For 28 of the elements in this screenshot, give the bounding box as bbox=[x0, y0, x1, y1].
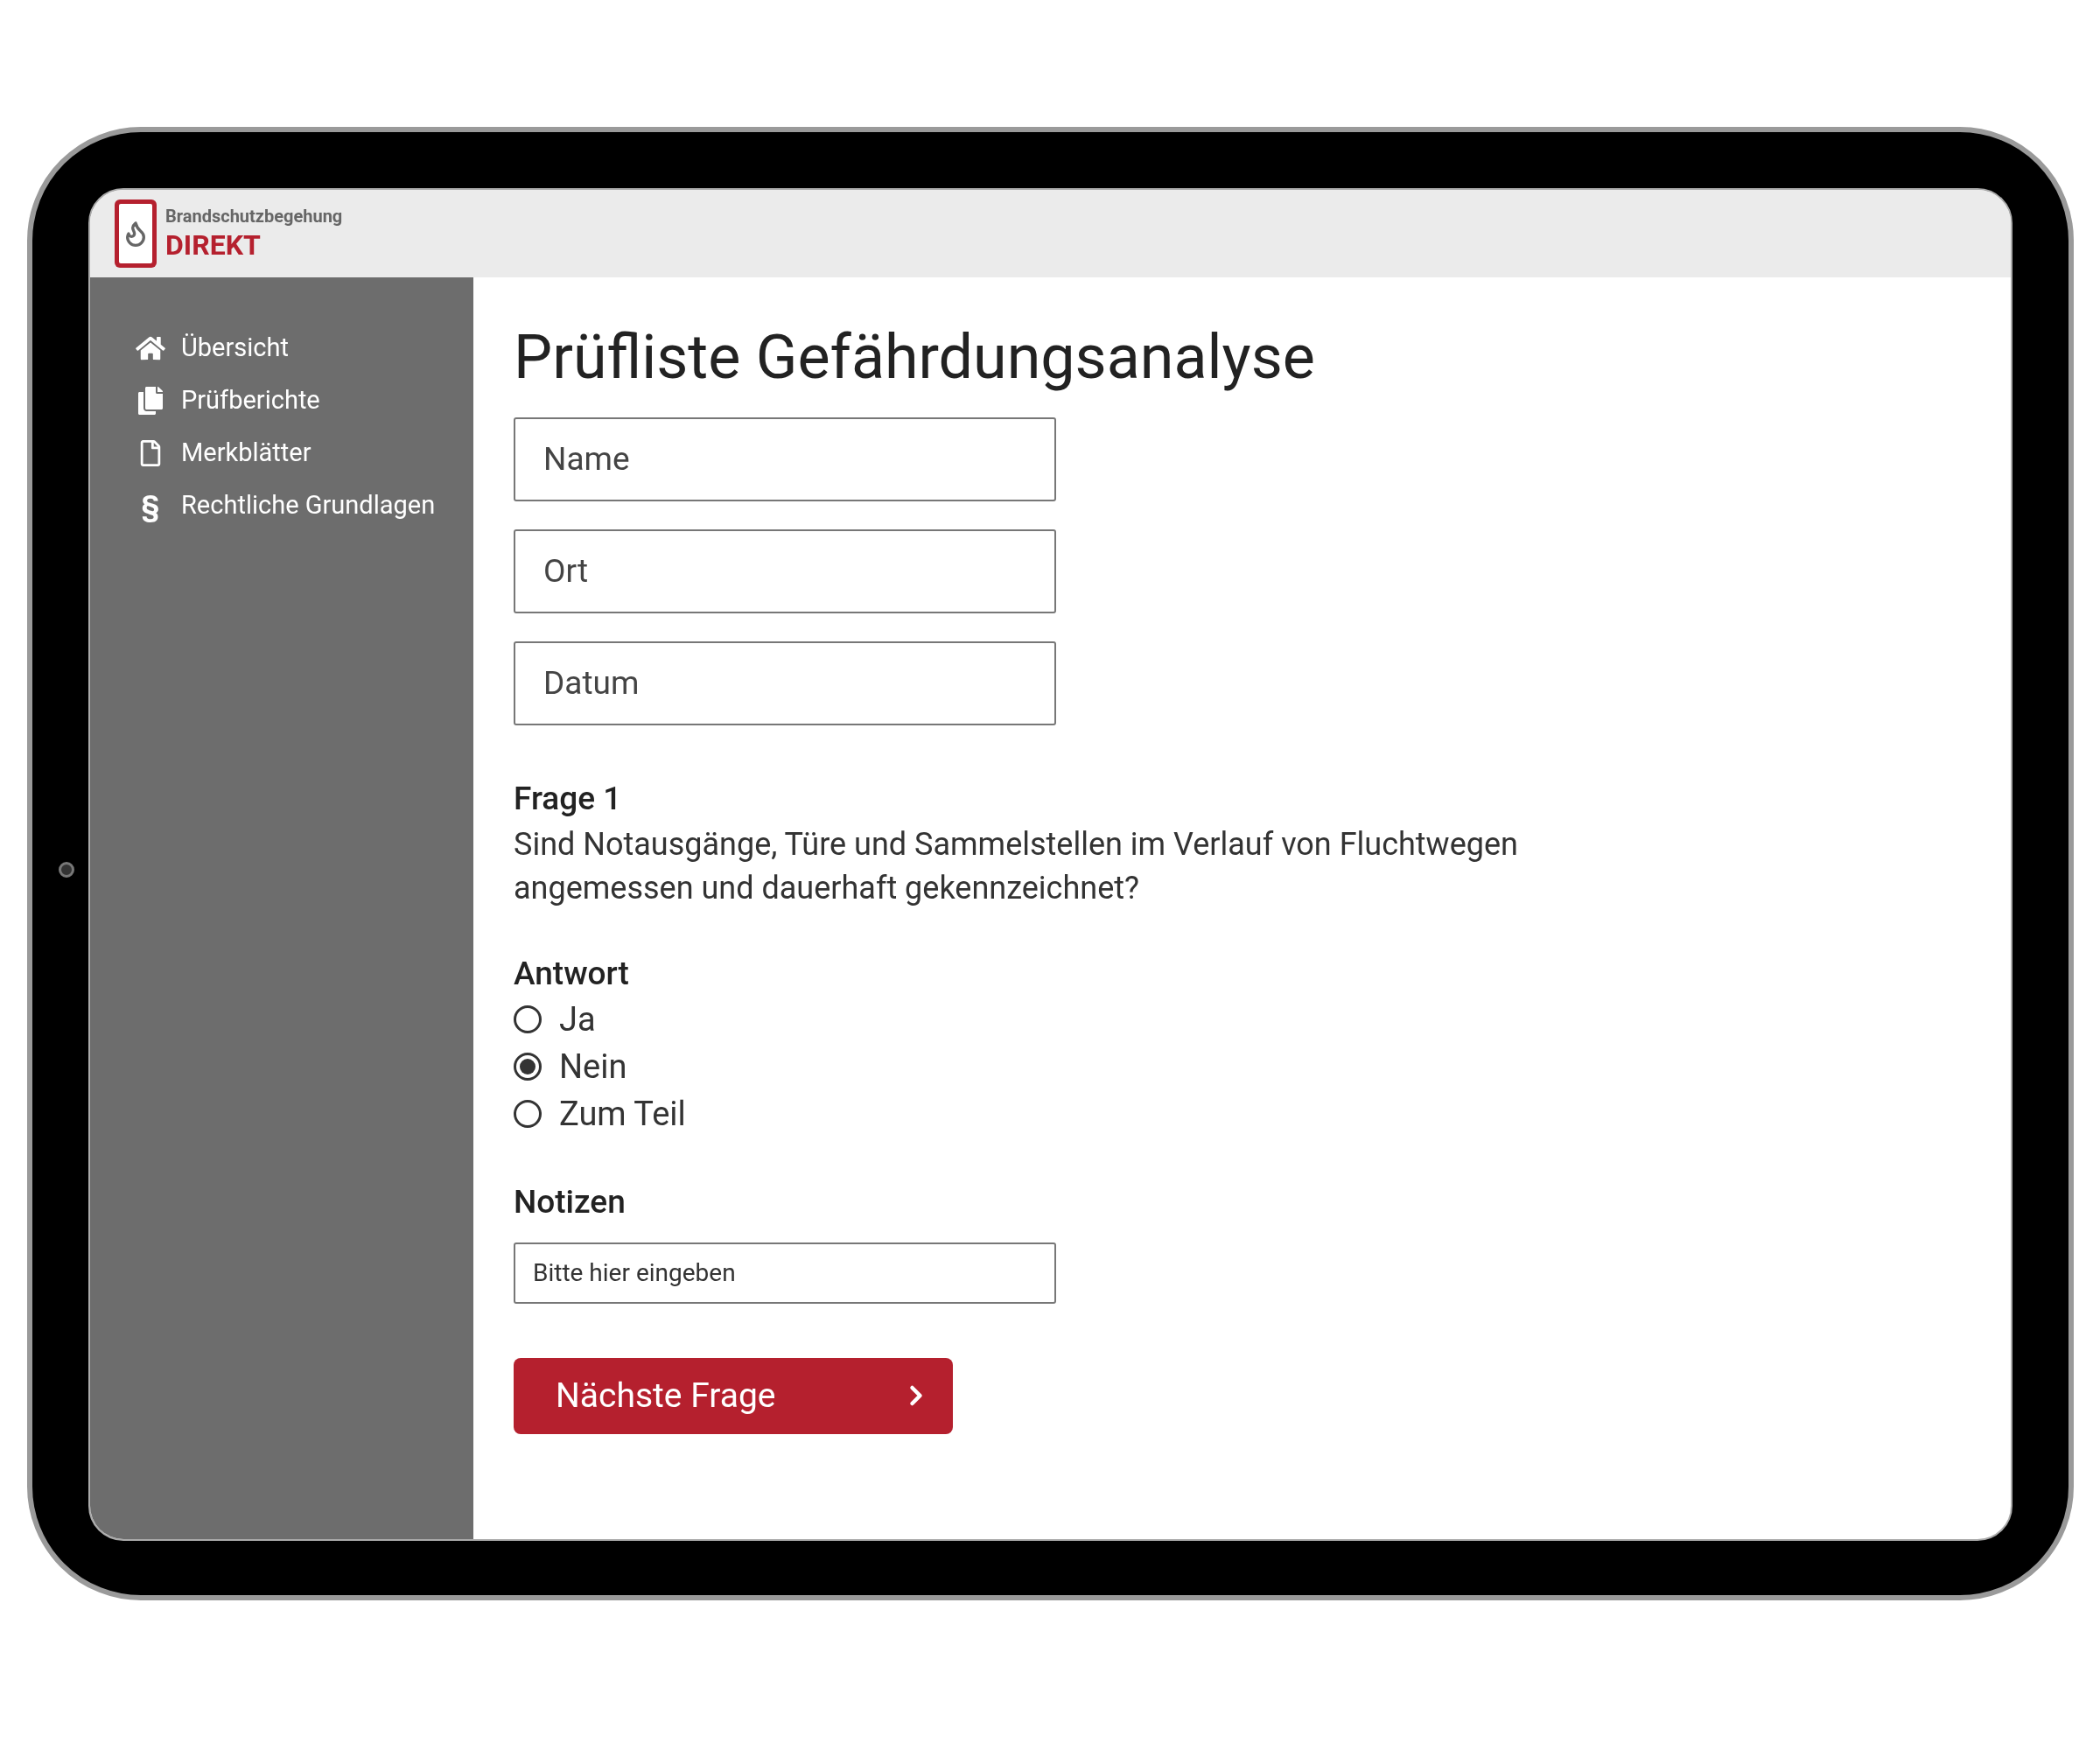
question-text: Sind Notausgänge, Türe und Sammelstellen im Verlauf von Fluchtwegen angemessen und dauerhaft gekennzeichnet? bbox=[514, 825, 1519, 909]
question-label: Frage 1 bbox=[514, 778, 623, 819]
sidebar-item[interactable]: Merkblätter bbox=[134, 435, 473, 472]
radio-button[interactable] bbox=[514, 1005, 542, 1034]
sidebar-item[interactable]: § Rechtliche Grundlagen bbox=[134, 487, 473, 524]
radio-label: Zum Teil bbox=[559, 1093, 686, 1135]
radio-button[interactable] bbox=[514, 1053, 542, 1082]
app-logo-icon bbox=[115, 200, 157, 268]
input-field[interactable]: Ort bbox=[514, 528, 1056, 613]
next-question-button[interactable]: Nächste Frage bbox=[514, 1357, 953, 1434]
brand-name: DIREKT bbox=[165, 227, 262, 262]
radio-button[interactable] bbox=[514, 1100, 542, 1129]
paragraph-icon: § bbox=[141, 491, 160, 521]
document-icon bbox=[139, 440, 162, 466]
sidebar-item[interactable]: Übersicht bbox=[134, 330, 473, 367]
notes-label: Notizen bbox=[514, 1182, 626, 1223]
input-field[interactable]: Datum bbox=[514, 640, 1056, 725]
radio-label: Ja bbox=[559, 998, 596, 1040]
input-field[interactable]: Name bbox=[514, 416, 1056, 501]
brand-tagline: Brandschutzbegehung bbox=[165, 205, 343, 228]
home-icon bbox=[136, 335, 165, 361]
page-title: Prüfliste Gefährdungsanalyse bbox=[514, 320, 1316, 395]
answer-label: Antwort bbox=[514, 953, 630, 994]
sidebar-item[interactable]: Prüfberichte bbox=[134, 382, 473, 419]
notes-field[interactable]: Bitte hier eingeben bbox=[514, 1242, 1056, 1304]
documents-icon bbox=[137, 387, 164, 415]
radio-label: Nein bbox=[559, 1046, 627, 1088]
camera-icon bbox=[59, 862, 74, 878]
